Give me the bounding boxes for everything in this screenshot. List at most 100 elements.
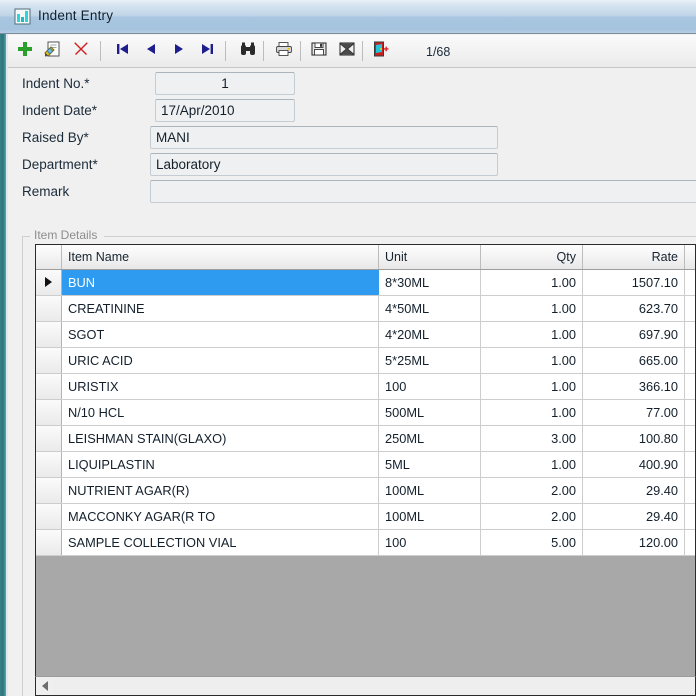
table-row[interactable]: URIC ACID 5*25ML 1.00 665.00	[36, 348, 695, 374]
cell-extra[interactable]	[685, 452, 695, 477]
table-row[interactable]: SGOT 4*20ML 1.00 697.90	[36, 322, 695, 348]
row-indicator-cell[interactable]	[36, 270, 62, 295]
cell-item-name[interactable]: SGOT	[62, 322, 379, 347]
cell-item-name[interactable]: URIC ACID	[62, 348, 379, 373]
row-indicator-cell[interactable]	[36, 322, 62, 347]
cell-unit[interactable]: 5ML	[379, 452, 481, 477]
cell-item-name[interactable]: MACCONKY AGAR(R TO	[62, 504, 379, 529]
cell-rate[interactable]: 100.80	[583, 426, 685, 451]
cell-rate[interactable]: 366.10	[583, 374, 685, 399]
table-row[interactable]: MACCONKY AGAR(R TO 100ML 2.00 29.40	[36, 504, 695, 530]
column-header-qty[interactable]: Qty	[481, 245, 583, 269]
row-indicator-cell[interactable]	[36, 374, 62, 399]
cell-rate[interactable]: 77.00	[583, 400, 685, 425]
cell-extra[interactable]	[685, 296, 695, 321]
cell-extra[interactable]	[685, 504, 695, 529]
indent-no-input[interactable]: 1	[155, 72, 295, 95]
cell-rate[interactable]: 29.40	[583, 504, 685, 529]
cell-qty[interactable]: 2.00	[481, 478, 583, 503]
cell-unit[interactable]: 100ML	[379, 478, 481, 503]
cell-qty[interactable]: 1.00	[481, 374, 583, 399]
first-record-button[interactable]	[110, 39, 136, 64]
row-indicator-cell[interactable]	[36, 504, 62, 529]
add-record-button[interactable]	[12, 39, 38, 64]
cell-rate[interactable]: 665.00	[583, 348, 685, 373]
delete-record-button[interactable]	[68, 39, 94, 64]
cell-rate[interactable]: 697.90	[583, 322, 685, 347]
cell-qty[interactable]: 5.00	[481, 530, 583, 555]
cell-unit[interactable]: 100	[379, 530, 481, 555]
table-row[interactable]: SAMPLE COLLECTION VIAL 100 5.00 120.00	[36, 530, 695, 556]
cell-qty[interactable]: 1.00	[481, 270, 583, 295]
row-indicator-cell[interactable]	[36, 400, 62, 425]
cell-item-name[interactable]: BUN	[62, 270, 379, 295]
next-record-button[interactable]	[166, 39, 192, 64]
cell-item-name[interactable]: LEISHMAN STAIN(GLAXO)	[62, 426, 379, 451]
cell-item-name[interactable]: URISTIX	[62, 374, 379, 399]
row-indicator-cell[interactable]	[36, 348, 62, 373]
column-header-item-name[interactable]: Item Name	[62, 245, 379, 269]
cell-item-name[interactable]: SAMPLE COLLECTION VIAL	[62, 530, 379, 555]
cell-qty[interactable]: 1.00	[481, 322, 583, 347]
cell-qty[interactable]: 2.00	[481, 504, 583, 529]
cell-unit[interactable]: 8*30ML	[379, 270, 481, 295]
cell-extra[interactable]	[685, 478, 695, 503]
indent-date-input[interactable]: 17/Apr/2010	[155, 99, 295, 122]
item-details-grid[interactable]: Item Name Unit Qty Rate BUN 8*30ML 1.00 150…	[35, 244, 696, 694]
column-header-rate[interactable]: Rate	[583, 245, 685, 269]
row-indicator-cell[interactable]	[36, 296, 62, 321]
cell-qty[interactable]: 1.00	[481, 348, 583, 373]
cell-item-name[interactable]: N/10 HCL	[62, 400, 379, 425]
column-header-unit[interactable]: Unit	[379, 245, 481, 269]
exit-button[interactable]	[368, 39, 394, 64]
table-row[interactable]: LIQUIPLASTIN 5ML 1.00 400.90	[36, 452, 695, 478]
print-button[interactable]	[271, 39, 297, 64]
cell-extra[interactable]	[685, 374, 695, 399]
find-button[interactable]	[235, 39, 261, 64]
table-row[interactable]: URISTIX 100 1.00 366.10	[36, 374, 695, 400]
save-button[interactable]	[306, 39, 332, 64]
department-input[interactable]: Laboratory	[150, 153, 498, 176]
cell-extra[interactable]	[685, 270, 695, 295]
cell-unit[interactable]: 250ML	[379, 426, 481, 451]
cell-item-name[interactable]: LIQUIPLASTIN	[62, 452, 379, 477]
title-bar[interactable]: Indent Entry	[0, 0, 696, 34]
cell-extra[interactable]	[685, 322, 695, 347]
scroll-left-arrow-icon[interactable]	[36, 677, 54, 695]
cell-rate[interactable]: 1507.10	[583, 270, 685, 295]
cell-unit[interactable]: 4*20ML	[379, 322, 481, 347]
cell-unit[interactable]: 5*25ML	[379, 348, 481, 373]
table-row[interactable]: N/10 HCL 500ML 1.00 77.00	[36, 400, 695, 426]
cell-unit[interactable]: 100ML	[379, 504, 481, 529]
prev-record-button[interactable]	[138, 39, 164, 64]
cell-rate[interactable]: 120.00	[583, 530, 685, 555]
cell-extra[interactable]	[685, 530, 695, 555]
row-indicator-cell[interactable]	[36, 530, 62, 555]
table-row[interactable]: NUTRIENT AGAR(R) 100ML 2.00 29.40	[36, 478, 695, 504]
last-record-button[interactable]	[194, 39, 220, 64]
cell-rate[interactable]: 623.70	[583, 296, 685, 321]
remark-input[interactable]	[150, 180, 696, 203]
table-row[interactable]: CREATININE 4*50ML 1.00 623.70	[36, 296, 695, 322]
cell-qty[interactable]: 1.00	[481, 400, 583, 425]
cell-unit[interactable]: 4*50ML	[379, 296, 481, 321]
cell-item-name[interactable]: CREATININE	[62, 296, 379, 321]
cancel-button[interactable]	[334, 39, 360, 64]
table-row[interactable]: LEISHMAN STAIN(GLAXO) 250ML 3.00 100.80	[36, 426, 695, 452]
row-indicator-cell[interactable]	[36, 426, 62, 451]
cell-rate[interactable]: 29.40	[583, 478, 685, 503]
cell-extra[interactable]	[685, 348, 695, 373]
edit-record-button[interactable]	[40, 39, 66, 64]
cell-rate[interactable]: 400.90	[583, 452, 685, 477]
row-indicator-cell[interactable]	[36, 452, 62, 477]
cell-qty[interactable]: 1.00	[481, 296, 583, 321]
raised-by-input[interactable]: MANI	[150, 126, 498, 149]
column-header-extra[interactable]	[685, 245, 695, 269]
cell-unit[interactable]: 100	[379, 374, 481, 399]
grid-horizontal-scrollbar[interactable]	[35, 676, 696, 696]
table-row[interactable]: BUN 8*30ML 1.00 1507.10	[36, 270, 695, 296]
cell-extra[interactable]	[685, 400, 695, 425]
cell-qty[interactable]: 1.00	[481, 452, 583, 477]
cell-extra[interactable]	[685, 426, 695, 451]
cell-item-name[interactable]: NUTRIENT AGAR(R)	[62, 478, 379, 503]
